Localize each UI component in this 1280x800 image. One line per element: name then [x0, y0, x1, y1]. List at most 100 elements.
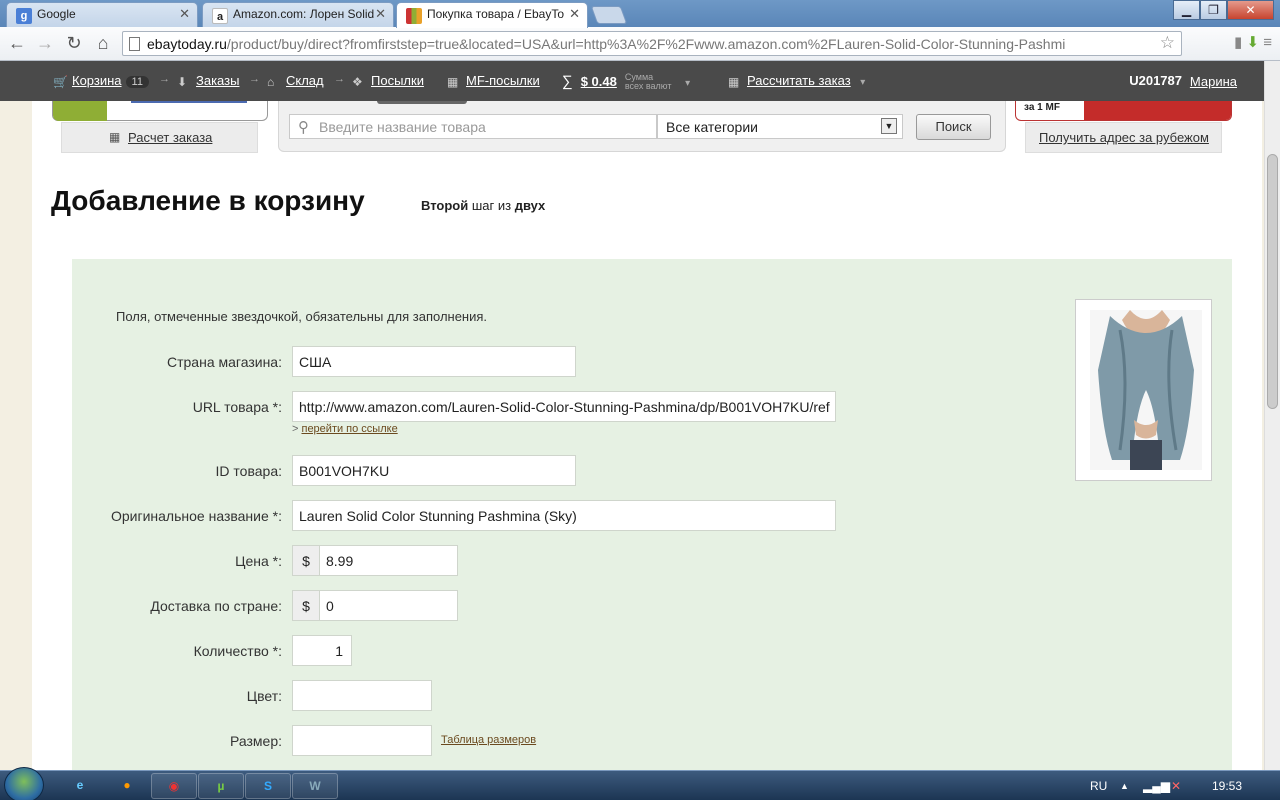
nav-cart-label[interactable]: Корзина — [72, 73, 122, 88]
nav-calc-order[interactable]: ▦ Рассчитать заказ ▾ — [728, 73, 865, 88]
promo-text: за 1 MF — [1024, 102, 1060, 113]
row-color: Цвет: — [72, 680, 872, 711]
nav-cart[interactable]: 🛒 Корзина 11 — [53, 73, 149, 88]
country-field[interactable]: США — [292, 346, 576, 377]
id-field[interactable]: B001VOH7KU — [292, 455, 576, 486]
volume-muted-icon[interactable]: ✕ — [1171, 779, 1181, 793]
nav-parcels[interactable]: ❖ Посылки — [352, 73, 424, 88]
show-hidden-icons[interactable]: ▲ — [1120, 781, 1129, 791]
clock[interactable]: 19:53 — [1212, 779, 1242, 793]
box-icon: ▦ — [447, 75, 459, 89]
right-promo-banner[interactable]: за 1 MF — [1015, 101, 1232, 121]
signal-extension-icon[interactable]: ▮ — [1234, 34, 1242, 51]
quantity-label: Количество *: — [193, 643, 282, 659]
color-label: Цвет: — [246, 688, 282, 704]
price-field[interactable]: 8.99 — [319, 545, 458, 576]
row-id: ID товара: B001VOH7KU — [72, 455, 872, 486]
download-box-icon: ⬇ — [177, 75, 188, 89]
chevron-down-icon[interactable]: ▾ — [685, 78, 690, 89]
name-field[interactable]: Lauren Solid Color Stunning Pashmina (Sk… — [292, 500, 836, 531]
nav-warehouse-label[interactable]: Склад — [286, 73, 324, 88]
nav-orders-label[interactable]: Заказы — [196, 73, 239, 88]
forward-arrow-icon[interactable]: → — [34, 32, 56, 54]
extension-icons[interactable]: ▮ ⬇ ≡ — [1234, 33, 1272, 51]
category-select[interactable]: Все категории ▼ — [657, 114, 903, 139]
minimize-button[interactable]: ▁ — [1173, 0, 1200, 20]
tab-ebaytoday[interactable]: Покупка товара / EbayTo ✕ — [396, 2, 588, 28]
id-label: ID товара: — [215, 463, 282, 479]
utorrent-icon[interactable]: µ — [198, 773, 244, 799]
reload-icon[interactable]: ↻ — [63, 32, 85, 54]
chevron-down-icon[interactable]: ▾ — [860, 77, 865, 88]
row-price: Цена *: $ 8.99 — [72, 545, 872, 576]
tab-google[interactable]: g Google ✕ — [6, 2, 198, 27]
search-tab-handle — [377, 101, 467, 104]
sum-note-line2: всех валют — [624, 81, 672, 91]
download-extension-icon[interactable]: ⬇ — [1246, 34, 1259, 51]
user-name-link[interactable]: Марина — [1190, 74, 1237, 89]
firefox-icon[interactable]: ● — [104, 773, 150, 799]
nav-orders[interactable]: ⬇ Заказы — [177, 73, 239, 88]
required-note: Поля, отмеченные звездочкой, обязательны… — [116, 309, 488, 324]
cart-count-badge: 11 — [125, 76, 149, 88]
language-indicator[interactable]: RU — [1090, 779, 1107, 793]
quantity-field[interactable]: 1 — [292, 635, 352, 666]
window-close-button[interactable]: ✕ — [1227, 0, 1274, 20]
sigma-icon: ∑ — [562, 73, 573, 90]
vertical-scrollbar[interactable] — [1264, 61, 1280, 770]
ie-icon[interactable]: e — [57, 773, 103, 799]
close-icon[interactable]: ✕ — [569, 6, 580, 22]
calc-order-box[interactable]: ▦ Расчет заказа — [61, 122, 258, 153]
calc-order-link[interactable]: Расчет заказа — [128, 130, 212, 145]
left-promo-banner[interactable] — [52, 101, 268, 121]
size-field[interactable] — [292, 725, 432, 756]
size-label: Размер: — [229, 733, 282, 749]
shipping-field[interactable]: 0 — [319, 590, 458, 621]
search-icon: ⚲ — [298, 119, 309, 136]
menu-wrench-icon[interactable]: ≡ — [1263, 34, 1272, 51]
word-icon[interactable]: W — [292, 773, 338, 799]
nav-mf-parcels[interactable]: ▦ MF-посылки — [447, 73, 540, 88]
nav-parcels-label[interactable]: Посылки — [371, 73, 424, 88]
back-arrow-icon[interactable]: ← — [6, 32, 28, 54]
arrow-right-icon: → — [249, 73, 260, 85]
close-icon[interactable]: ✕ — [375, 6, 386, 22]
search-panel: ⚲ Введите название товара Все категории … — [278, 101, 1006, 152]
chevron-down-icon[interactable]: ▼ — [881, 118, 897, 134]
skype-icon[interactable]: S — [245, 773, 291, 799]
close-icon[interactable]: ✕ — [179, 6, 190, 22]
get-address-link[interactable]: Получить адрес за рубежом — [1039, 130, 1209, 145]
chrome-icon[interactable]: ◉ — [151, 773, 197, 799]
scrollbar-thumb[interactable] — [1267, 154, 1278, 409]
address-box[interactable]: Получить адрес за рубежом — [1025, 122, 1222, 153]
new-tab-button[interactable] — [590, 6, 628, 24]
url-field[interactable]: http://www.amazon.com/Lauren-Solid-Color… — [292, 391, 836, 422]
row-country: Страна магазина: США — [72, 346, 872, 377]
search-input[interactable]: ⚲ Введите название товара — [289, 114, 657, 139]
nav-mf-parcels-label[interactable]: MF-посылки — [466, 73, 540, 88]
windows-start-button[interactable] — [4, 767, 44, 800]
site-top-nav: 🛒 Корзина 11 → ⬇ Заказы → ⌂ Склад → ❖ Посылки… — [0, 61, 1280, 101]
sum-note: Сумма всех валют — [625, 73, 672, 91]
amazon-favicon-icon: a — [212, 8, 228, 24]
promo-bar — [131, 101, 247, 103]
bookmark-star-icon[interactable]: ☆ — [1160, 33, 1175, 53]
tab-amazon[interactable]: a Amazon.com: Лорен Solid ✕ — [202, 2, 394, 27]
search-button[interactable]: Поиск — [916, 114, 991, 140]
address-bar[interactable]: ebaytoday.ru/product/buy/direct?fromfirs… — [122, 31, 1182, 56]
restore-button[interactable]: ❐ — [1200, 0, 1227, 20]
shipping-currency: $ — [292, 590, 319, 621]
color-field[interactable] — [292, 680, 432, 711]
pashmina-image — [1090, 310, 1202, 470]
home-icon[interactable]: ⌂ — [92, 32, 114, 54]
network-icon[interactable]: ▂▄▆ — [1143, 779, 1170, 793]
nav-warehouse[interactable]: ⌂ Склад — [267, 73, 324, 88]
sum-value[interactable]: $ 0.48 — [581, 74, 617, 89]
promo-green-block — [53, 101, 107, 121]
nav-sum[interactable]: ∑ $ 0.48 Сумма всех валют ▾ — [562, 73, 690, 91]
search-placeholder: Введите название товара — [319, 119, 486, 135]
nav-calc-order-label[interactable]: Рассчитать заказ — [747, 73, 851, 88]
arrow-right-icon: → — [334, 73, 345, 85]
size-table-link[interactable]: Таблица размеров — [441, 734, 536, 746]
open-link-anchor[interactable]: перейти по ссылке — [301, 423, 397, 435]
